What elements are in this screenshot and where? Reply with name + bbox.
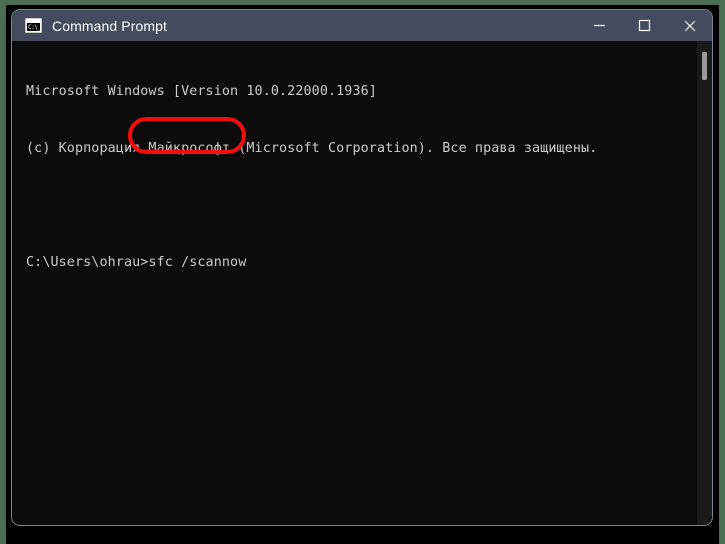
console-line: Microsoft Windows [Version 10.0.22000.19… (26, 84, 377, 99)
window-title-label: Command Prompt (52, 17, 167, 34)
wallpaper-edge-left (0, 0, 6, 544)
command-prompt-window: C:\_ Command Prompt Microsoft Windows [V… (11, 9, 713, 526)
cmd-icon-screen-text: C:\_ (27, 23, 40, 31)
console-text-block: Microsoft Windows [Version 10.0.22000.19… (26, 44, 597, 310)
cmd-icon: C:\_ (25, 18, 42, 33)
console-line-blank (26, 196, 597, 215)
desktop-backdrop: C:\_ Command Prompt Microsoft Windows [V… (0, 0, 725, 544)
window-title-bar[interactable]: C:\_ Command Prompt (12, 10, 712, 41)
close-button[interactable] (667, 10, 712, 41)
wallpaper-edge-right (719, 0, 725, 544)
console-scrollbar-thumb[interactable] (702, 52, 707, 80)
console-scrollbar[interactable] (697, 41, 712, 525)
maximize-button[interactable] (622, 10, 667, 41)
console-line: (c) Корпорация Майкрософт (Microsoft Cor… (26, 141, 598, 156)
minimize-button[interactable] (577, 10, 622, 41)
window-controls-group (577, 10, 712, 41)
console-line-prompt: C:\Users\ohrau>sfc /scannow (26, 255, 247, 270)
console-output-area[interactable]: Microsoft Windows [Version 10.0.22000.19… (12, 41, 712, 525)
wallpaper-edge-top (0, 0, 725, 5)
